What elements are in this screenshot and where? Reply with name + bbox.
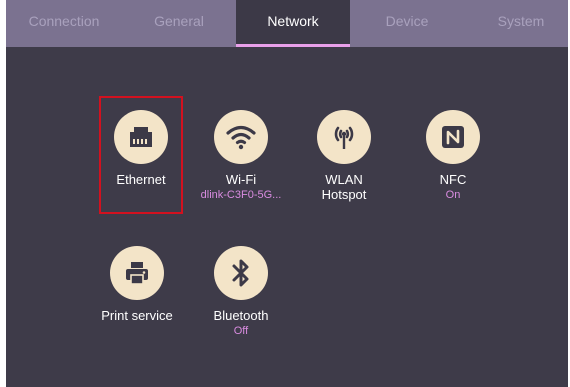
nfc-status: On bbox=[445, 189, 461, 201]
tab-connection[interactable]: Connection bbox=[6, 0, 122, 47]
nfc-icon bbox=[426, 110, 480, 164]
tab-network[interactable]: Network bbox=[236, 0, 350, 47]
tab-bar: Connection General Network Device System bbox=[6, 0, 568, 47]
wifi-network-name: dlink-C3F0-5G... bbox=[200, 189, 282, 201]
network-item-bluetooth[interactable]: Bluetooth Off bbox=[186, 246, 296, 338]
print-service-label: Print service bbox=[101, 308, 173, 323]
tab-general[interactable]: General bbox=[122, 0, 236, 47]
tab-device[interactable]: Device bbox=[350, 0, 464, 47]
bluetooth-icon bbox=[214, 246, 268, 300]
selection-highlight bbox=[99, 96, 183, 214]
network-item-print-service[interactable]: Print service bbox=[82, 246, 192, 323]
tab-system[interactable]: System bbox=[464, 0, 568, 47]
hotspot-icon bbox=[317, 110, 371, 164]
network-item-wifi[interactable]: Wi-Fi dlink-C3F0-5G... bbox=[186, 110, 296, 202]
settings-screen: Connection General Network Device System… bbox=[6, 0, 568, 387]
bluetooth-label: Bluetooth bbox=[213, 308, 269, 323]
nfc-label: NFC bbox=[439, 172, 467, 187]
hotspot-label: WLAN Hotspot bbox=[321, 172, 367, 202]
network-item-hotspot[interactable]: WLAN Hotspot bbox=[289, 110, 399, 202]
wifi-icon bbox=[214, 110, 268, 164]
network-item-nfc[interactable]: NFC On bbox=[398, 110, 508, 202]
bluetooth-status: Off bbox=[233, 325, 249, 337]
printer-icon bbox=[110, 246, 164, 300]
wifi-label: Wi-Fi bbox=[225, 172, 257, 187]
